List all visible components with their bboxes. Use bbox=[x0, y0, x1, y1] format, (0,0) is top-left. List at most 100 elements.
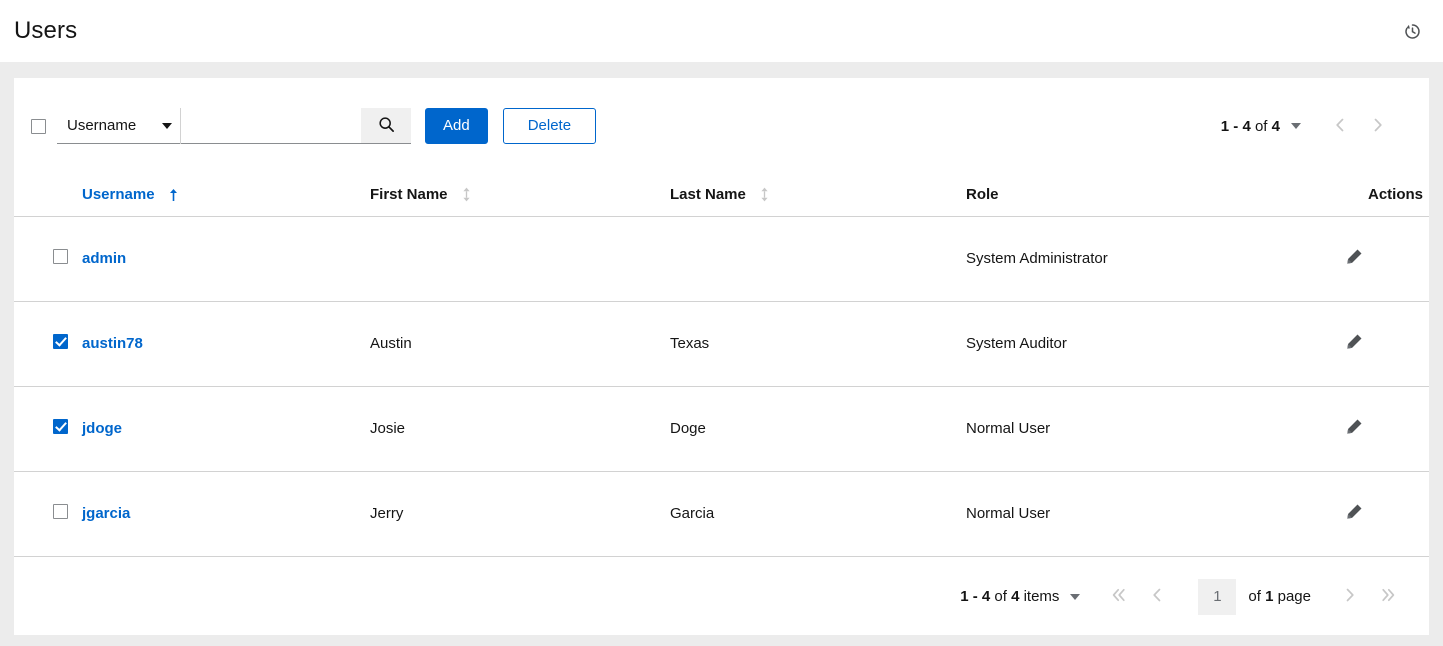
angle-double-right-icon bbox=[1380, 588, 1396, 605]
user-link[interactable]: jgarcia bbox=[82, 505, 130, 522]
edit-button[interactable] bbox=[1346, 333, 1363, 353]
row-select-checkbox[interactable] bbox=[53, 334, 68, 349]
row-select-checkbox[interactable] bbox=[53, 419, 68, 434]
table-header: Username First Name bbox=[14, 174, 1429, 216]
row-first-name-cell bbox=[370, 216, 670, 301]
header-checkbox-cell bbox=[14, 174, 82, 216]
users-table: Username First Name bbox=[14, 174, 1429, 557]
table-row: austin78 Austin Texas System Auditor bbox=[14, 301, 1429, 386]
row-first-name-cell: Josie bbox=[370, 386, 670, 471]
row-username-cell: jgarcia bbox=[82, 471, 370, 556]
row-checkbox-cell bbox=[14, 471, 82, 556]
footer-pagination-prev-button[interactable] bbox=[1138, 578, 1176, 616]
row-role-cell: System Administrator bbox=[966, 216, 1346, 301]
row-actions-cell bbox=[1346, 301, 1429, 386]
user-link[interactable]: austin78 bbox=[82, 335, 143, 352]
sort-none-icon bbox=[462, 187, 471, 202]
footer-pagination-first-button[interactable] bbox=[1100, 578, 1138, 616]
delete-button[interactable]: Delete bbox=[503, 108, 596, 144]
row-first-name-cell: Austin bbox=[370, 301, 670, 386]
history-icon[interactable] bbox=[1399, 18, 1425, 44]
row-last-name-cell bbox=[670, 216, 966, 301]
user-link[interactable]: admin bbox=[82, 250, 126, 267]
table-body: admin System Administrator bbox=[14, 216, 1429, 556]
footer-pagination-dropdown-icon[interactable] bbox=[1070, 594, 1080, 600]
footer-pagination-of: of bbox=[990, 588, 1011, 605]
footer-pagination: 1 - 4 of 4 items of 1 page bbox=[14, 557, 1429, 637]
row-select-checkbox[interactable] bbox=[53, 504, 68, 519]
table-row: jdoge Josie Doge Normal User bbox=[14, 386, 1429, 471]
users-card: Username Add Delete 1 - 4 of 4 bbox=[14, 78, 1429, 635]
angle-double-left-icon bbox=[1111, 588, 1127, 605]
chevron-right-icon bbox=[1344, 588, 1356, 605]
user-link[interactable]: jdoge bbox=[82, 420, 122, 437]
row-actions-cell bbox=[1346, 386, 1429, 471]
sort-none-icon bbox=[760, 187, 769, 202]
row-checkbox-cell bbox=[14, 301, 82, 386]
page-total-suffix: page bbox=[1273, 588, 1311, 605]
column-header-actions-label: Actions bbox=[1368, 186, 1423, 203]
footer-pagination-last-button[interactable] bbox=[1369, 578, 1407, 616]
row-first-name-cell: Jerry bbox=[370, 471, 670, 556]
search-attribute-select[interactable]: Username bbox=[57, 108, 180, 144]
row-username-cell: austin78 bbox=[82, 301, 370, 386]
footer-pagination-range: 1 - 4 bbox=[960, 588, 990, 605]
search-icon bbox=[378, 116, 395, 136]
column-header-username[interactable]: Username bbox=[82, 174, 370, 216]
footer-pagination-items-label: items bbox=[1019, 588, 1059, 605]
chevron-down-icon bbox=[162, 123, 172, 129]
top-pagination-count: 1 - 4 of 4 bbox=[1221, 118, 1280, 135]
row-checkbox-cell bbox=[14, 216, 82, 301]
table-row: admin System Administrator bbox=[14, 216, 1429, 301]
top-pagination: 1 - 4 of 4 bbox=[1221, 107, 1415, 145]
page-header: Users bbox=[0, 0, 1443, 62]
top-pagination-prev-button[interactable] bbox=[1321, 107, 1359, 145]
top-pagination-next-button[interactable] bbox=[1359, 107, 1397, 145]
footer-pagination-next-button[interactable] bbox=[1331, 578, 1369, 616]
chevron-left-icon bbox=[1334, 118, 1346, 135]
footer-pagination-count: 1 - 4 of 4 items bbox=[960, 588, 1059, 605]
row-role-cell: Normal User bbox=[966, 471, 1346, 556]
pencil-icon bbox=[1346, 418, 1363, 438]
column-header-last-name[interactable]: Last Name bbox=[670, 174, 966, 216]
edit-button[interactable] bbox=[1346, 248, 1363, 268]
select-all-checkbox[interactable] bbox=[31, 119, 46, 134]
page-total-prefix: of bbox=[1248, 588, 1265, 605]
top-pagination-total: 4 bbox=[1272, 118, 1280, 135]
page-number-input[interactable] bbox=[1198, 579, 1236, 615]
top-pagination-range: 1 - 4 bbox=[1221, 118, 1251, 135]
row-role-cell: Normal User bbox=[966, 386, 1346, 471]
page-title: Users bbox=[14, 17, 77, 45]
search-input[interactable] bbox=[181, 108, 361, 144]
column-header-role: Role bbox=[966, 174, 1346, 216]
chevron-left-icon bbox=[1151, 588, 1163, 605]
row-actions-cell bbox=[1346, 216, 1429, 301]
edit-button[interactable] bbox=[1346, 503, 1363, 523]
column-header-role-label: Role bbox=[966, 186, 999, 203]
row-username-cell: jdoge bbox=[82, 386, 370, 471]
column-header-first-name[interactable]: First Name bbox=[370, 174, 670, 216]
row-last-name-cell: Doge bbox=[670, 386, 966, 471]
top-pagination-of: of bbox=[1251, 118, 1272, 135]
column-header-actions: Actions bbox=[1346, 174, 1429, 216]
row-role-cell: System Auditor bbox=[966, 301, 1346, 386]
header-actions bbox=[1399, 18, 1425, 44]
search-attribute-value: Username bbox=[67, 117, 158, 134]
row-last-name-cell: Texas bbox=[670, 301, 966, 386]
page-total-label: of 1 page bbox=[1248, 588, 1311, 605]
edit-button[interactable] bbox=[1346, 418, 1363, 438]
chevron-right-icon bbox=[1372, 118, 1384, 135]
row-actions-cell bbox=[1346, 471, 1429, 556]
search-group: Username bbox=[57, 108, 411, 144]
table-row: jgarcia Jerry Garcia Normal User bbox=[14, 471, 1429, 556]
add-button[interactable]: Add bbox=[425, 108, 488, 144]
pencil-icon bbox=[1346, 333, 1363, 353]
top-pagination-dropdown-icon[interactable] bbox=[1291, 123, 1301, 129]
pencil-icon bbox=[1346, 248, 1363, 268]
row-username-cell: admin bbox=[82, 216, 370, 301]
row-checkbox-cell bbox=[14, 386, 82, 471]
row-select-checkbox[interactable] bbox=[53, 249, 68, 264]
table-toolbar: Username Add Delete 1 - 4 of 4 bbox=[14, 78, 1429, 174]
search-button[interactable] bbox=[361, 108, 411, 144]
row-last-name-cell: Garcia bbox=[670, 471, 966, 556]
